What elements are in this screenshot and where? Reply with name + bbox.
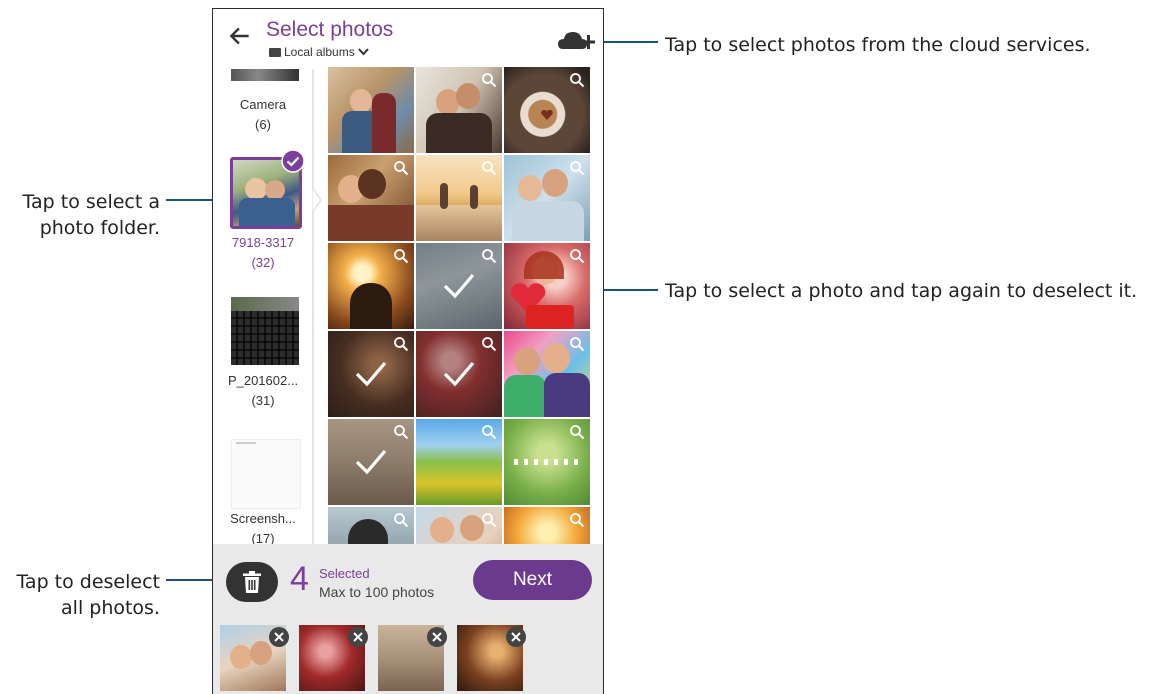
cloud-add-icon[interactable] [557, 29, 601, 53]
cloud-leader-line [596, 41, 658, 43]
max-photos-label: Max to 100 photos [319, 584, 435, 600]
folder-thumbnail [231, 297, 299, 365]
folder-list: Camera (6) 7918-3317 (32) P_201602... (3… [213, 69, 313, 546]
folder-name: Screensh... [230, 511, 296, 526]
close-icon [353, 632, 363, 642]
folder-thumbnail [231, 69, 299, 81]
search-icon[interactable] [393, 424, 409, 440]
search-icon[interactable] [569, 160, 585, 176]
folder-count: (31) [251, 393, 275, 408]
photo-thumbnail[interactable] [504, 419, 590, 505]
folder-name: 7918-3317 [231, 235, 295, 250]
phone-screen: Select photos Local albums Camera (6) 79… [212, 8, 604, 694]
remove-photo-button[interactable] [506, 627, 526, 647]
search-icon[interactable] [393, 336, 409, 352]
selected-count: 4 [290, 560, 309, 598]
photo-thumbnail[interactable] [328, 243, 414, 329]
photo-thumbnail[interactable] [416, 67, 502, 153]
header: Select photos Local albums [213, 9, 603, 69]
checkmark-icon [443, 361, 475, 387]
chevron-down-icon [357, 48, 369, 56]
folder-callout-line1: Tap to select a [22, 191, 160, 213]
search-icon[interactable] [393, 512, 409, 528]
photo-thumbnail[interactable] [328, 155, 414, 241]
remove-photo-button[interactable] [269, 627, 289, 647]
search-icon[interactable] [481, 72, 497, 88]
search-icon[interactable] [481, 160, 497, 176]
close-icon [432, 632, 442, 642]
folder-callout: Tap to select a photo folder. [10, 189, 160, 241]
folder-icon [269, 48, 281, 57]
photo-thumbnail[interactable] [328, 67, 414, 153]
selection-bar: 4 Selected Max to 100 photos Next [213, 544, 603, 694]
photo-thumbnail-selected[interactable] [416, 243, 502, 329]
deselect-callout-line2: all photos. [61, 597, 160, 619]
photo-leader-line [596, 289, 658, 291]
photo-thumbnail-selected[interactable] [416, 331, 502, 417]
search-icon[interactable] [569, 424, 585, 440]
photo-thumbnail[interactable] [504, 507, 590, 544]
folder-callout-line2: photo folder. [39, 217, 160, 239]
folder-leader-line [166, 199, 218, 201]
photo-thumbnail[interactable] [504, 67, 590, 153]
page-title: Select photos [266, 18, 394, 41]
folder-divider [312, 69, 314, 544]
search-icon[interactable] [569, 512, 585, 528]
selected-check-badge-icon [281, 149, 305, 173]
search-icon[interactable] [393, 248, 409, 264]
photo-thumbnail[interactable] [416, 155, 502, 241]
remove-photo-button[interactable] [348, 627, 368, 647]
photo-thumbnail[interactable] [328, 507, 414, 544]
photo-thumbnail-selected[interactable] [328, 331, 414, 417]
search-icon[interactable] [569, 248, 585, 264]
photo-thumbnail[interactable] [416, 419, 502, 505]
close-icon [274, 632, 284, 642]
photo-grid [328, 67, 590, 544]
remove-photo-button[interactable] [427, 627, 447, 647]
folder-count: (32) [251, 255, 275, 270]
photo-thumbnail[interactable] [504, 243, 590, 329]
deselect-callout-line1: Tap to deselect [16, 571, 160, 593]
next-button[interactable]: Next [473, 560, 592, 600]
deselect-callout: Tap to deselect all photos. [5, 569, 160, 621]
checkmark-icon [443, 273, 475, 299]
search-icon[interactable] [569, 336, 585, 352]
photo-thumbnail[interactable] [504, 155, 590, 241]
folder-thumbnail [231, 439, 301, 509]
album-selector[interactable]: Local albums [269, 45, 369, 59]
photo-callout: Tap to select a photo and tap again to d… [665, 280, 1138, 302]
trash-icon [243, 571, 261, 593]
back-arrow-icon[interactable] [227, 23, 253, 49]
search-icon[interactable] [481, 512, 497, 528]
album-selector-label: Local albums [284, 45, 355, 59]
photo-thumbnail[interactable] [416, 507, 502, 544]
search-icon[interactable] [393, 160, 409, 176]
folder-name: P_201602... [227, 373, 299, 388]
folder-name: Camera [239, 97, 287, 112]
search-icon[interactable] [481, 424, 497, 440]
cloud-callout: Tap to select photos from the cloud serv… [665, 34, 1091, 56]
selected-label: Selected [319, 566, 370, 581]
photo-thumbnail-selected[interactable] [328, 419, 414, 505]
search-icon[interactable] [569, 72, 585, 88]
folder-pointer [312, 187, 322, 213]
photo-thumbnail[interactable] [504, 331, 590, 417]
deselect-all-button[interactable] [226, 562, 278, 602]
folder-count: (6) [255, 117, 271, 132]
search-icon[interactable] [481, 248, 497, 264]
close-icon [511, 632, 521, 642]
checkmark-icon [355, 449, 387, 475]
deselect-leader-line [166, 579, 218, 581]
checkmark-icon [355, 361, 387, 387]
search-icon[interactable] [481, 336, 497, 352]
